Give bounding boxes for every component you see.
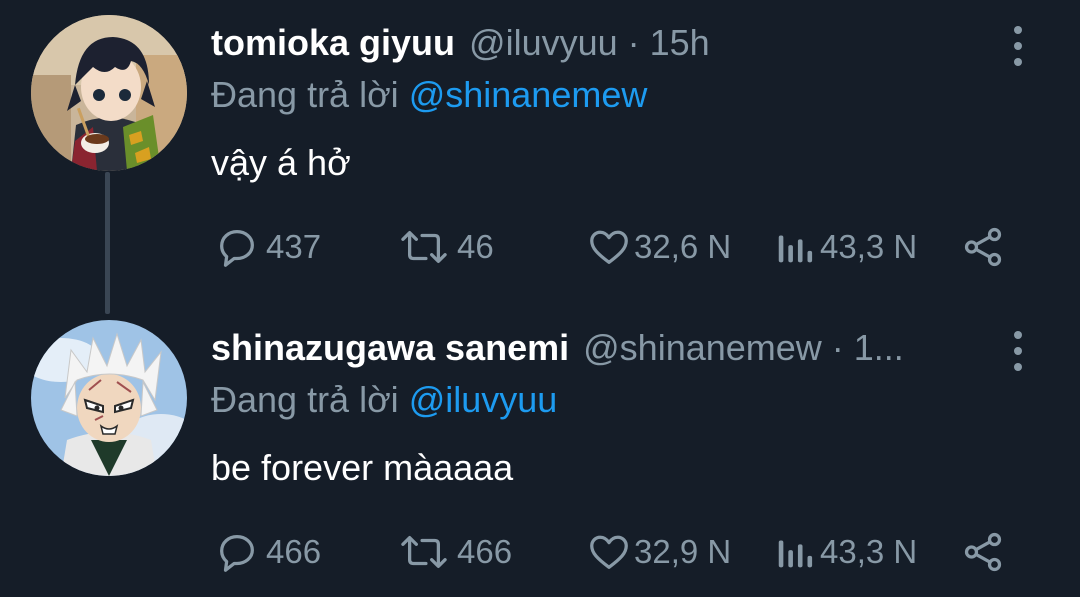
share-icon [960,224,1006,270]
views-bar-icon [776,529,816,575]
reply-bubble-icon [214,224,260,270]
views-bar-icon [776,224,816,270]
share-button[interactable] [960,527,1012,577]
mention-link[interactable]: @shinanemew [409,74,648,115]
heart-icon [586,529,632,575]
like-button[interactable]: 32,6 N [586,222,731,272]
tweet-header: tomioka giyuu @iluvyuu · 15h [211,22,710,66]
avatar[interactable] [31,15,187,171]
share-icon [960,529,1006,575]
tweet-header: shinazugawa sanemi @shinanemew · 1... [211,327,904,371]
views-count: 43,3 N [820,533,918,570]
tweet-text: vậy á hở [211,142,351,183]
handle-and-time[interactable]: @iluvyuu · 15h [469,22,710,64]
mention-link[interactable]: @iluvyuu [409,379,558,420]
reply-bubble-icon [214,529,260,575]
views-count: 43,3 N [820,228,918,265]
views-button[interactable]: 43,3 N [776,527,917,577]
replying-to: Đang trả lời @shinanemew [211,74,647,116]
retweet-icon [397,529,451,575]
replying-to-label: Đang trả lời [211,379,399,420]
heart-icon [586,224,632,270]
like-count: 32,6 N [634,228,732,265]
retweet-button[interactable]: 466 [397,527,512,577]
reply-button[interactable]: 437 [214,222,321,272]
reply-count: 437 [266,228,322,265]
display-name[interactable]: shinazugawa sanemi [211,327,569,369]
more-vertical-icon[interactable] [1006,26,1030,66]
retweet-count: 46 [457,228,494,265]
more-vertical-icon[interactable] [1006,331,1030,371]
tweet-text: be forever màaaaa [211,447,514,488]
tweet-actions: 466 466 32,9 N 43,3 N [0,527,1080,577]
reply-button[interactable]: 466 [214,527,321,577]
share-button[interactable] [960,222,1012,272]
handle-and-time[interactable]: @shinanemew · 1... [583,327,904,369]
retweet-button[interactable]: 46 [397,222,494,272]
retweet-count: 466 [457,533,513,570]
like-button[interactable]: 32,9 N [586,527,731,577]
retweet-icon [397,224,451,270]
replying-to-label: Đang trả lời [211,74,399,115]
display-name[interactable]: tomioka giyuu [211,22,455,64]
reply-count: 466 [266,533,322,570]
tweet-actions: 437 46 32,6 N 43,3 N [0,222,1080,272]
avatar[interactable] [31,320,187,476]
like-count: 32,9 N [634,533,732,570]
views-button[interactable]: 43,3 N [776,222,917,272]
replying-to: Đang trả lời @iluvyuu [211,379,557,421]
